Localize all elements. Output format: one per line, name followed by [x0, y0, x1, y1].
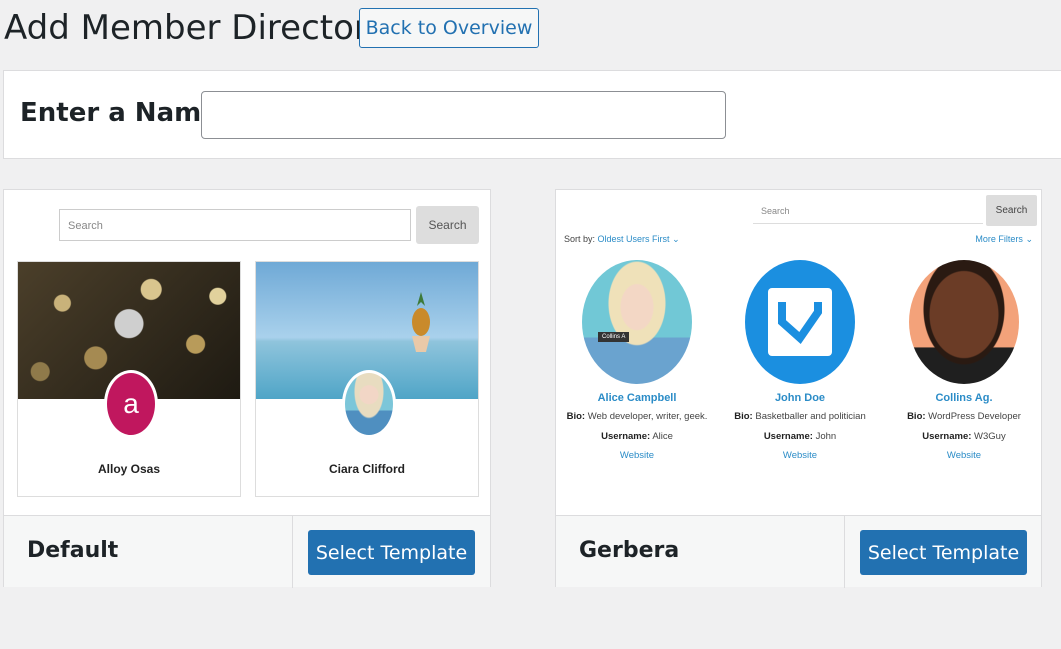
preview-search-input: Search	[59, 209, 411, 241]
name-label: Enter a Name	[20, 98, 219, 128]
template-card-footer: Default Select Template	[4, 515, 490, 588]
bio-text: Web developer, writer, geek.	[587, 411, 708, 422]
preview-search-button: Search	[416, 206, 479, 244]
username-text: John	[815, 431, 837, 442]
member-name: Alloy Osas	[97, 462, 161, 476]
preview-more-filters: More Filters ⌄	[975, 234, 1033, 245]
chevron-down-icon: ⌄	[672, 234, 680, 244]
member-bio: Bio: Basketballer and politician	[720, 411, 880, 422]
bio-label: Bio:	[734, 411, 753, 422]
select-template-button-gerbera[interactable]: Select Template	[860, 530, 1027, 575]
filters-label: More Filters	[975, 234, 1023, 244]
bio-text: WordPress Developer	[928, 411, 1021, 422]
member-website: Website	[782, 450, 818, 461]
member-username: Username: W3Guy	[884, 431, 1041, 442]
template-name: Default	[27, 538, 119, 563]
preview-member: Collins Ag. Bio: WordPress Developer Use…	[884, 260, 1041, 480]
chevron-down-icon: ⌄	[1025, 234, 1033, 244]
member-website: Website	[619, 450, 655, 461]
bio-label: Bio:	[566, 411, 586, 422]
preview-search-input: Search	[753, 197, 983, 224]
envelope-check-icon	[768, 288, 832, 356]
member-username: Username: John	[720, 431, 880, 442]
preview-sort-by: Sort by: Oldest Users First ⌄	[564, 234, 680, 245]
preview-search-button: Search	[986, 195, 1037, 226]
back-to-overview-button[interactable]: Back to Overview	[359, 8, 539, 48]
username-text: W3Guy	[974, 431, 1006, 442]
sort-value: Oldest Users First	[597, 234, 670, 244]
username-label: Username:	[763, 431, 813, 442]
footer-divider	[844, 516, 845, 588]
directory-name-input[interactable]	[201, 91, 726, 139]
pineapple-image	[412, 292, 430, 352]
member-bio: Bio: WordPress Developer	[884, 411, 1041, 422]
avatar-tag: Collins A	[598, 332, 630, 342]
member-username: Username: Alice	[557, 431, 717, 442]
preview-member-card: Ciara Clifford	[255, 261, 479, 497]
bio-label: Bio:	[907, 411, 926, 422]
member-name: Collins Ag.	[935, 392, 993, 404]
preview-member: Collins A Alice Campbell Bio: Web develo…	[557, 260, 717, 480]
avatar	[909, 260, 1019, 384]
sort-label: Sort by:	[564, 234, 596, 244]
template-card-default: Search Search a Alloy Osas Ciara Cliffor…	[3, 189, 491, 588]
member-website: Website	[946, 450, 982, 461]
username-label: Username:	[601, 431, 651, 442]
name-section: Enter a Name	[3, 70, 1061, 159]
template-preview-gerbera[interactable]: Search Search Sort by: Oldest Users Firs…	[556, 190, 1041, 515]
template-card-footer: Gerbera Select Template	[556, 515, 1041, 588]
avatar: a	[104, 370, 158, 438]
username-text: Alice	[652, 431, 673, 442]
avatar: Collins A	[582, 260, 692, 384]
select-template-button-default[interactable]: Select Template	[308, 530, 475, 575]
avatar	[342, 370, 396, 438]
member-name: John Doe	[774, 392, 826, 404]
page-title: Add Member Directory	[4, 8, 388, 48]
avatar	[745, 260, 855, 384]
username-label: Username:	[922, 431, 972, 442]
template-card-gerbera: Search Search Sort by: Oldest Users Firs…	[555, 189, 1042, 588]
template-name: Gerbera	[579, 538, 680, 563]
template-preview-default[interactable]: Search Search a Alloy Osas Ciara Cliffor…	[4, 190, 490, 515]
preview-member-card: a Alloy Osas	[17, 261, 241, 497]
footer-divider	[292, 516, 293, 588]
member-name: Ciara Clifford	[328, 462, 405, 476]
bio-text: Basketballer and politician	[755, 411, 866, 422]
member-bio: Bio: Web developer, writer, geek.	[557, 411, 717, 422]
preview-member: John Doe Bio: Basketballer and politicia…	[720, 260, 880, 480]
member-name: Alice Campbell	[597, 392, 677, 404]
